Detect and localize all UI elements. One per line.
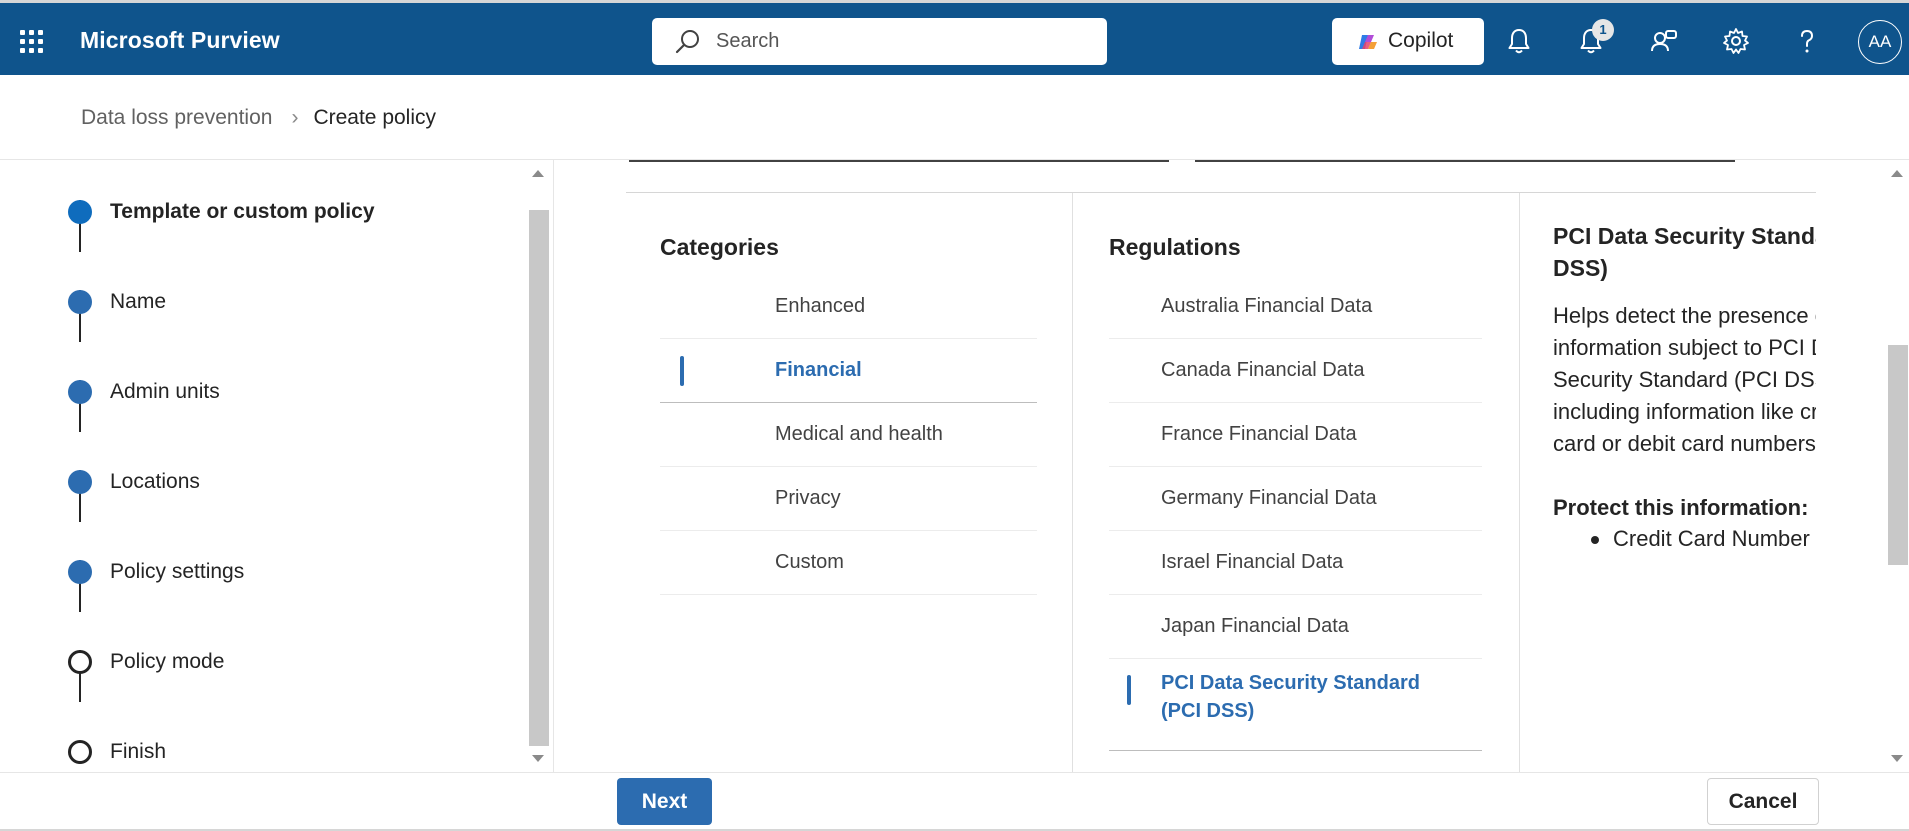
protect-item: Credit Card Number [1591,526,1810,551]
app-launcher-icon[interactable] [20,30,44,54]
regulation-label: Australia Financial Data [1161,295,1373,317]
regulations-title: Regulations [1109,234,1241,260]
category-label: Medical and health [775,423,943,445]
detail-description-line: information subject to PCI Data [1553,335,1816,360]
categories-title: Categories [660,234,779,260]
regulation-item-japan[interactable]: Japan Financial Data [1109,595,1482,659]
category-item-medical-and-health[interactable]: Medical and health [660,403,1037,467]
step-label: Name [110,290,167,313]
detail-title-line1: PCI Data Security Standard (PCI [1553,223,1816,249]
regulation-label: Japan Financial Data [1161,615,1349,637]
regulation-label-line2: (PCI DSS) [1161,700,1255,722]
scroll-down-arrow-icon[interactable] [1891,755,1903,762]
main-scrollbar[interactable] [1886,160,1909,772]
regulation-item-germany[interactable]: Germany Financial Data [1109,467,1482,531]
scroll-up-arrow-icon[interactable] [1891,170,1903,177]
selection-indicator [1127,675,1131,705]
copilot-label: Copilot [1388,29,1454,52]
wizard-footer: Next Cancel [0,772,1909,831]
scroll-down-arrow-icon[interactable] [532,755,544,762]
wizard-stepper: Template or custom policy Name Admin uni… [0,160,553,772]
step-pending-icon [68,740,92,764]
protect-heading: Protect this information: [1553,495,1809,520]
regulation-item-australia[interactable]: Australia Financial Data [1109,275,1482,339]
category-item-custom[interactable]: Custom [660,531,1037,595]
cancel-button[interactable]: Cancel [1707,778,1819,825]
scrollbar-thumb[interactable] [1888,345,1908,565]
regulation-item-canada[interactable]: Canada Financial Data [1109,339,1482,403]
search-box[interactable] [652,18,1107,65]
regulation-item-israel[interactable]: Israel Financial Data [1109,531,1482,595]
breadcrumb-parent-link[interactable]: Data loss prevention [81,106,272,129]
main-pane: Categories Enhanced Financial Medical an… [553,160,1909,772]
tab-underline [629,160,1169,162]
stepper-scrollbar[interactable] [527,160,551,772]
category-label: Privacy [775,487,841,509]
category-item-enhanced[interactable]: Enhanced [660,275,1037,339]
detail-description-line: Helps detect the presence of [1553,303,1816,328]
user-avatar[interactable]: AA [1858,20,1902,64]
regulation-item-pci-dss[interactable]: PCI Data Security Standard (PCI DSS) [1109,659,1482,751]
app-window: Microsoft Purview Copilot 1 [0,0,1909,831]
settings-gear-icon[interactable] [1720,25,1752,57]
copilot-button[interactable]: Copilot [1332,18,1484,65]
next-button[interactable]: Next [617,778,712,825]
step-complete-icon [68,470,92,494]
detail-description-line: card or debit card numbers. [1553,431,1816,456]
step-label: Admin units [110,380,220,403]
notification-badge: 1 [1592,19,1614,41]
regulation-label: Canada Financial Data [1161,359,1365,381]
search-input[interactable] [716,18,1086,65]
regulation-label: France Financial Data [1161,423,1357,445]
regulation-label-line1: PCI Data Security Standard [1161,672,1420,694]
selection-indicator [680,356,684,386]
regulation-item-france[interactable]: France Financial Data [1109,403,1482,467]
step-current-icon [68,200,92,224]
detail-description-line: including information like credit [1553,399,1816,424]
bell-icon[interactable] [1503,25,1535,57]
step-complete-icon [68,380,92,404]
chevron-right-icon: › [291,106,299,129]
step-label: Policy mode [110,650,225,673]
column-divider [1519,193,1520,772]
regulation-label: Israel Financial Data [1161,551,1344,573]
detail-panel: PCI Data Security Standard (PCI DSS) Hel… [1553,193,1816,772]
step-label: Template or custom policy [110,200,375,223]
category-label: Enhanced [775,295,866,317]
step-pending-icon [68,650,92,674]
people-icon[interactable] [1648,25,1680,57]
step-label: Locations [110,470,200,493]
step-label: Policy settings [110,560,245,583]
detail-description-line: Security Standard (PCI DSS), [1553,367,1816,392]
detail-title-line2: DSS) [1553,255,1608,281]
step-complete-icon [68,290,92,314]
category-label: Custom [775,551,844,573]
step-complete-icon [68,560,92,584]
category-item-privacy[interactable]: Privacy [660,467,1037,531]
copilot-icon [1359,35,1377,49]
regulation-label: Germany Financial Data [1161,487,1377,509]
search-icon [675,30,699,54]
scrollbar-thumb[interactable] [529,210,549,746]
help-icon[interactable] [1791,25,1823,57]
category-item-financial[interactable]: Financial [660,339,1037,403]
step-label: Finish [110,740,167,763]
tab-underline [1195,160,1735,162]
breadcrumb-current: Create policy [313,106,437,129]
scroll-up-arrow-icon[interactable] [532,170,544,177]
breadcrumb: Data loss prevention › Create policy [81,106,436,130]
column-divider [1072,193,1073,772]
app-title[interactable]: Microsoft Purview [80,27,280,54]
top-bar: Microsoft Purview Copilot 1 [0,0,1909,75]
category-label: Financial [775,359,862,381]
